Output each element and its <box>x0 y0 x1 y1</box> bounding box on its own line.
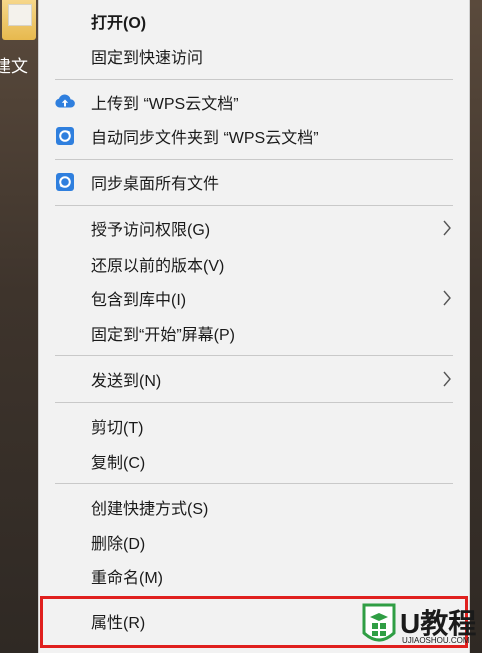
desktop-folder-label: 建文 <box>0 57 28 76</box>
menu-item-restore-versions[interactable]: 还原以前的版本(V) <box>39 247 469 281</box>
menu-item-upload-wps[interactable]: 上传到 “WPS云文档” <box>39 85 469 119</box>
menu-item-label: 固定到快速访问 <box>91 50 204 67</box>
sync-folder-icon <box>56 127 74 145</box>
menu-item-pin-quick-access[interactable]: 固定到快速访问 <box>39 39 469 73</box>
desktop-folder-icon[interactable]: 建文 <box>0 0 36 80</box>
menu-item-sync-folder-wps[interactable]: 自动同步文件夹到 “WPS云文档” <box>39 119 469 153</box>
menu-item-create-shortcut[interactable]: 创建快捷方式(S) <box>39 490 469 524</box>
menu-item-label: 打开(O) <box>91 15 147 32</box>
menu-item-label: 剪切(T) <box>91 420 144 437</box>
menu-item-send-to[interactable]: 发送到(N) <box>39 362 469 396</box>
chevron-right-icon <box>443 220 451 236</box>
menu-separator <box>55 159 453 160</box>
folder-paper-icon <box>8 4 32 26</box>
menu-item-label: 同步桌面所有文件 <box>91 176 220 193</box>
menu-item-open[interactable]: 打开(O) <box>39 4 469 38</box>
menu-item-give-access[interactable]: 授予访问权限(G) <box>39 211 469 245</box>
menu-item-copy[interactable]: 复制(C) <box>39 444 469 478</box>
menu-item-label: 授予访问权限(G) <box>91 222 211 239</box>
menu-item-label: 复制(C) <box>91 455 146 472</box>
menu-item-label: 发送到(N) <box>91 373 162 390</box>
watermark-url: UJIAOSHOU.COM <box>402 636 470 645</box>
menu-item-include-library[interactable]: 包含到库中(I) <box>39 281 469 315</box>
menu-item-rename[interactable]: 重命名(M) <box>39 559 469 593</box>
watermark: U教程 UJIAOSHOU.COM <box>362 600 482 653</box>
sync-desktop-icon <box>56 173 74 191</box>
chevron-right-icon <box>443 290 451 306</box>
menu-item-pin-start[interactable]: 固定到“开始”屏幕(P) <box>39 316 469 350</box>
menu-item-label: 包含到库中(I) <box>91 292 187 309</box>
menu-item-label: 删除(D) <box>91 536 146 553</box>
menu-separator <box>55 483 453 484</box>
chevron-right-icon <box>443 371 451 387</box>
menu-item-label: 还原以前的版本(V) <box>91 258 225 275</box>
menu-separator <box>55 355 453 356</box>
ujiaoshou-logo-icon <box>362 603 396 642</box>
menu-separator <box>55 205 453 206</box>
menu-item-label: 创建快捷方式(S) <box>91 501 209 518</box>
menu-item-label: 重命名(M) <box>91 570 163 587</box>
menu-item-cut[interactable]: 剪切(T) <box>39 409 469 443</box>
menu-item-label: 上传到 “WPS云文档” <box>91 96 239 113</box>
menu-separator <box>55 402 453 403</box>
context-menu: 打开(O) 固定到快速访问 上传到 “WPS云文档” 自动同步文件夹到 “WPS… <box>38 0 470 653</box>
menu-item-delete[interactable]: 删除(D) <box>39 525 469 559</box>
menu-separator <box>55 79 453 80</box>
menu-item-label: 自动同步文件夹到 “WPS云文档” <box>91 130 319 147</box>
menu-item-label: 固定到“开始”屏幕(P) <box>91 327 235 344</box>
cloud-upload-icon <box>55 94 75 108</box>
menu-item-sync-desktop[interactable]: 同步桌面所有文件 <box>39 165 469 199</box>
